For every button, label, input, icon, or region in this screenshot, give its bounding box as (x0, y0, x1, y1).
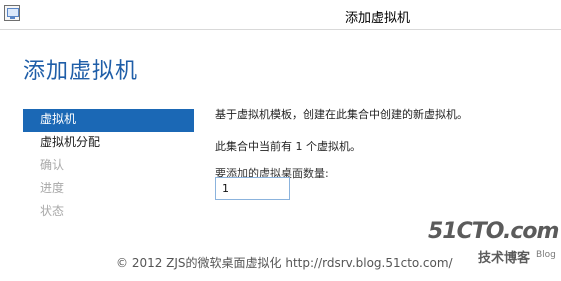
page-title: 添加虚拟机 (23, 59, 139, 84)
vm-count-input[interactable] (215, 177, 290, 200)
nav-item-virtual-machines[interactable]: 虚拟机 (23, 109, 194, 132)
nav-item-status: 状态 (40, 204, 65, 218)
site-logo-blog: Blog (536, 250, 556, 260)
nav-item-vm-allocation[interactable]: 虚拟机分配 (23, 132, 194, 155)
site-logo-text: 51CTO.com (428, 219, 559, 244)
title-bar: 添加虚拟机 (0, 0, 561, 30)
nav-item-progress: 进度 (40, 181, 65, 195)
nav-item-confirmation: 确认 (40, 158, 65, 172)
site-logo-subtitle: 技术博客 (478, 251, 531, 266)
window-title: 添加虚拟机 (345, 11, 411, 26)
site-logo: 51CTO.com 技术博客 Blog (428, 219, 559, 266)
server-manager-icon (4, 5, 20, 21)
wizard-nav: 虚拟机 虚拟机分配 确认 进度 状态 (23, 109, 194, 224)
copyright-watermark: © 2012 ZJS的微软桌面虚拟化 http://rdsrv.blog.51c… (116, 256, 453, 270)
description-text: 基于虚拟机模板，创建在此集合中创建的新虚拟机。 (215, 108, 468, 121)
current-count-text: 此集合中当前有 1 个虚拟机。 (215, 140, 361, 153)
